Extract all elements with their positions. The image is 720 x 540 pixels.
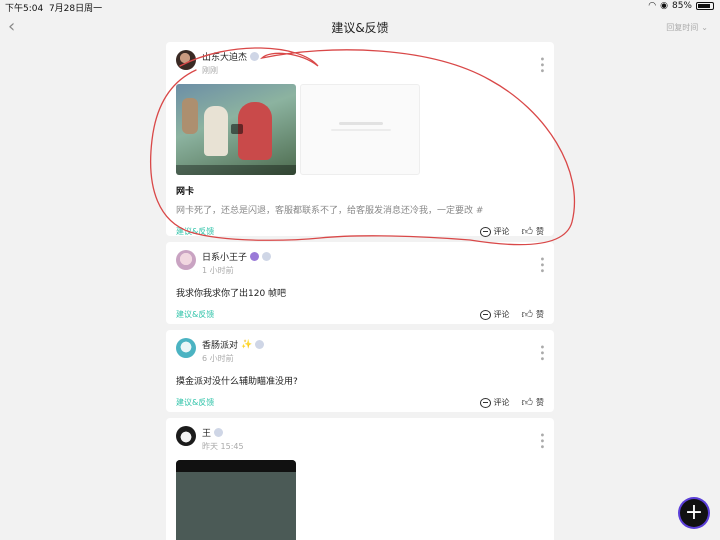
battery-icon (696, 2, 714, 10)
thumbs-up-icon: 👍︎ (521, 395, 534, 409)
status-time-date: 下午5:04 7月28日周一 (5, 1, 102, 14)
like-button[interactable]: 👍︎ 赞 (522, 397, 545, 408)
sparkle-icon: ✨ (241, 339, 253, 350)
sort-dropdown[interactable]: 回复时间 ⌄ (666, 22, 708, 33)
post-title[interactable]: 网卡 (176, 184, 544, 197)
author-name[interactable]: 王 (202, 426, 211, 439)
thumbs-up-icon: 👍︎ (521, 224, 534, 238)
comment-button[interactable]: 评论 (479, 309, 510, 320)
comment-label: 评论 (493, 227, 510, 236)
post-time: 6 小时前 (202, 354, 234, 363)
author-row: 日系小王子 (202, 250, 272, 263)
author-row: 香肠派对 ✨ (202, 338, 265, 351)
like-button[interactable]: 👍︎ 赞 (522, 226, 545, 237)
more-options-icon[interactable]: ••• (536, 432, 547, 450)
post-footer: 建议&反馈 评论 👍︎ 赞 (176, 397, 544, 408)
media-row (176, 84, 544, 175)
more-options-icon[interactable]: ••• (536, 256, 547, 274)
page-title: 建议&反馈 (331, 21, 389, 35)
status-bar: 下午5:04 7月28日周一 ◠ ◉ 85% (0, 0, 720, 14)
post-footer: 建议&反馈 评论 👍︎ 赞 (176, 309, 544, 320)
like-label: 赞 (536, 310, 544, 319)
sort-label: 回复时间 (666, 23, 699, 32)
vip-badge-icon (250, 252, 260, 261)
post-card[interactable]: 王 昨天 15:45 ••• (166, 418, 554, 540)
author-row: 山东大迫杰 (202, 50, 260, 63)
comment-label: 评论 (493, 398, 510, 407)
post-card[interactable]: 日系小王子 1 小时前 ••• 我求你我求你了出120 帧吧 建议&反馈 评论 … (166, 242, 554, 324)
post-content[interactable]: 网卡死了，还总是闪退，客服都联系不了，给客服发消息还冷我，一定要改 # (176, 203, 544, 216)
like-label: 赞 (536, 398, 544, 407)
level-badge-icon (214, 428, 224, 437)
status-time: 下午5:04 (5, 4, 44, 14)
phone-screenshot-image[interactable] (176, 460, 296, 540)
post-header: 王 昨天 15:45 (176, 426, 544, 452)
author-row: 王 (202, 426, 244, 439)
comment-button[interactable]: 评论 (479, 397, 510, 408)
post-header: 香肠派对 ✨ 6 小时前 (176, 338, 544, 364)
create-post-button[interactable]: + (680, 499, 708, 527)
blank-screenshot-image[interactable] (300, 84, 420, 175)
post-meta: 王 昨天 15:45 (202, 426, 244, 452)
post-actions: 评论 👍︎ 赞 (479, 226, 545, 237)
post-footer: 建议&反馈 评论 👍︎ 赞 (176, 226, 544, 237)
post-header: 日系小王子 1 小时前 (176, 250, 544, 276)
like-label: 赞 (536, 227, 544, 236)
level-badge-icon (262, 252, 272, 261)
author-name[interactable]: 山东大迫杰 (202, 50, 247, 63)
topic-tag[interactable]: 建议&反馈 (176, 397, 214, 408)
post-card[interactable]: 香肠派对 ✨ 6 小时前 ••• 摸金派对没什么辅助瞄准没用? 建议&反馈 评论… (166, 330, 554, 412)
status-right: ◠ ◉ 85% (648, 1, 714, 11)
post-header: 山东大迫杰 刚刚 (176, 50, 544, 76)
post-actions: 评论 👍︎ 赞 (479, 309, 545, 320)
post-content[interactable]: 摸金派对没什么辅助瞄准没用? (176, 374, 544, 387)
video-play-icon (231, 124, 243, 134)
battery-percent: 85% (671, 1, 692, 11)
like-button[interactable]: 👍︎ 赞 (522, 309, 545, 320)
thumbs-up-icon: 👍︎ (521, 307, 534, 321)
post-card[interactable]: 山东大迫杰 刚刚 ••• 网卡 网卡死了，还总是闪退，客服都联系不了，给客服发消… (166, 42, 554, 237)
post-meta: 日系小王子 1 小时前 (202, 250, 272, 276)
avatar[interactable] (176, 50, 196, 70)
post-actions: 评论 👍︎ 赞 (479, 397, 545, 408)
comment-icon (479, 309, 491, 320)
avatar[interactable] (176, 338, 196, 358)
chevron-down-icon: ⌄ (701, 23, 708, 32)
comment-button[interactable]: 评论 (479, 226, 510, 237)
status-date: 7月28日周一 (48, 4, 103, 14)
avatar[interactable] (176, 426, 196, 446)
more-options-icon[interactable]: ••• (536, 56, 547, 74)
author-name[interactable]: 日系小王子 (202, 250, 247, 263)
post-time: 昨天 15:45 (202, 442, 244, 451)
topic-tag[interactable]: 建议&反馈 (176, 226, 214, 237)
avatar[interactable] (176, 250, 196, 270)
comment-label: 评论 (493, 310, 510, 319)
more-options-icon[interactable]: ••• (536, 344, 547, 362)
post-meta: 山东大迫杰 刚刚 (202, 50, 260, 76)
post-content[interactable]: 我求你我求你了出120 帧吧 (176, 286, 544, 299)
nav-bar: ‹ 建议&反馈 回复时间 ⌄ (0, 14, 720, 40)
level-badge-icon (255, 340, 265, 349)
comment-icon (479, 226, 491, 237)
location-icon: ◉ (660, 1, 668, 11)
post-time: 1 小时前 (202, 266, 234, 275)
post-time: 刚刚 (202, 66, 218, 75)
wifi-icon: ◠ (648, 1, 657, 11)
plus-icon: + (684, 500, 704, 525)
post-meta: 香肠派对 ✨ 6 小时前 (202, 338, 265, 364)
post-feed: 山东大迫杰 刚刚 ••• 网卡 网卡死了，还总是闪退，客服都联系不了，给客服发消… (166, 42, 554, 540)
game-screenshot-image[interactable] (176, 84, 296, 175)
comment-icon (479, 397, 491, 408)
author-name[interactable]: 香肠派对 (202, 338, 238, 351)
topic-tag[interactable]: 建议&反馈 (176, 309, 214, 320)
level-badge-icon (250, 52, 260, 61)
